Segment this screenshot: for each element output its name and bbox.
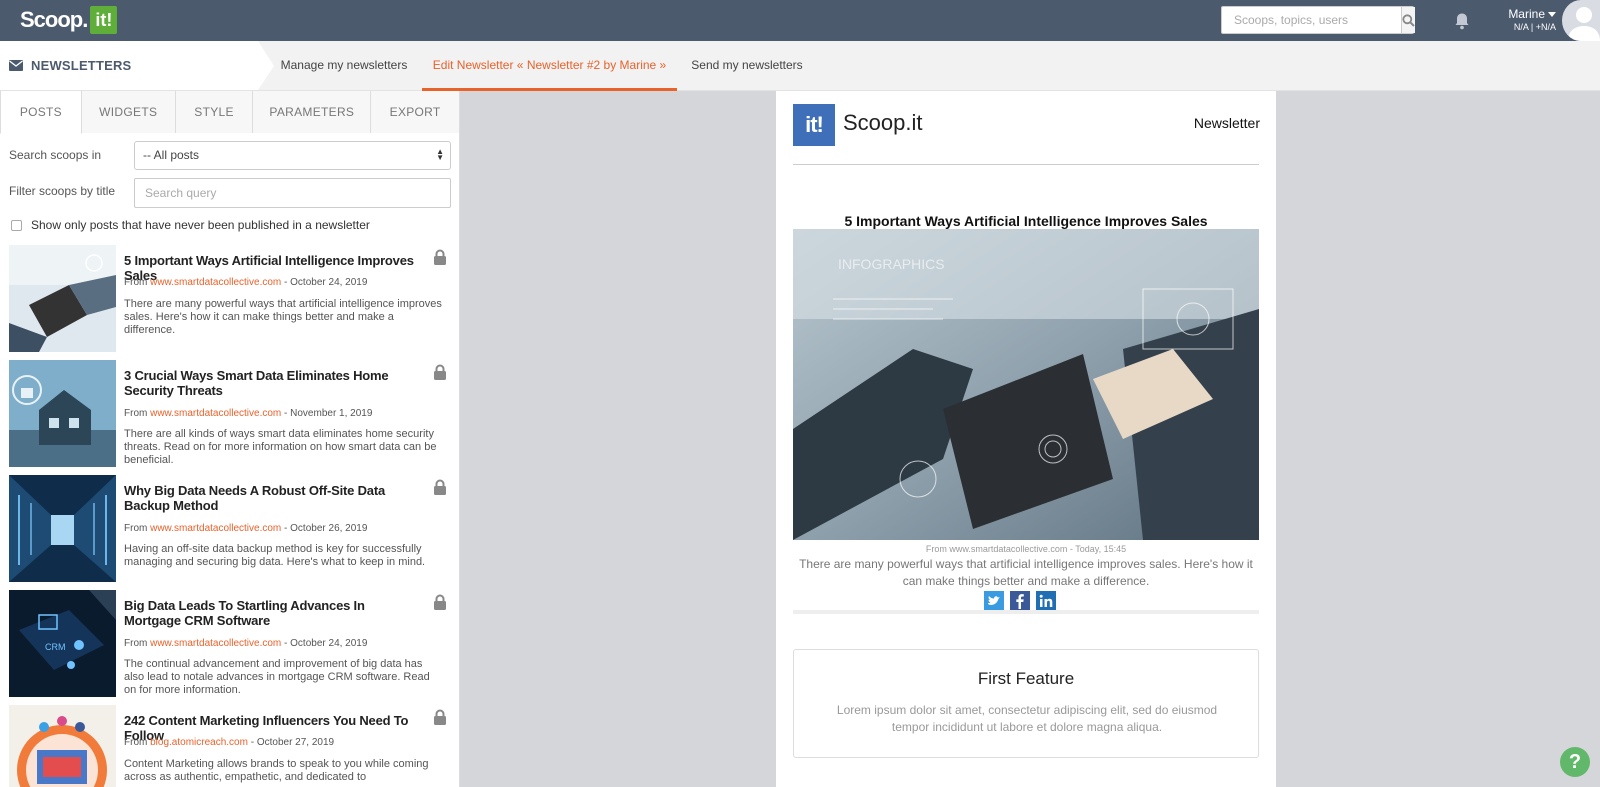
svg-text:CRM: CRM [45, 642, 66, 652]
lock-icon[interactable] [433, 594, 447, 611]
filter-label: Filter scoops by title [9, 184, 116, 198]
user-menu[interactable]: Marine N/A | +N/A [1504, 7, 1556, 32]
post-title[interactable]: Why Big Data Needs A Robust Off-Site Dat… [124, 483, 424, 513]
scoopit-logo[interactable]: Scoop. it! [20, 6, 118, 34]
linkedin-icon[interactable] [1036, 591, 1056, 611]
lock-icon[interactable] [433, 364, 447, 381]
post-source-link[interactable]: www.smartdatacollective.com [150, 523, 281, 534]
lock-icon[interactable] [433, 709, 447, 726]
post-description: There are many powerful ways that artifi… [124, 298, 442, 336]
preview-article-source: From www.smartdatacollective.com - Today… [925, 544, 1127, 554]
tab-send-newsletters[interactable]: Send my newsletters [690, 41, 804, 90]
newsletter-preview: it! Scoop.it Newsletter 5 Important Ways… [776, 91, 1276, 787]
preview-article-description: There are many powerful ways that artifi… [799, 557, 1253, 588]
avatar[interactable] [1562, 0, 1600, 41]
search-button[interactable] [1401, 7, 1415, 33]
post-meta: From www.smartdatacollective.com - Novem… [124, 408, 373, 419]
post-description: There are all kinds of ways smart data e… [124, 428, 437, 466]
post-source-link[interactable]: blog.atomicreach.com [150, 737, 248, 748]
feature-title: First Feature [977, 669, 1075, 688]
global-search-input[interactable] [1222, 7, 1401, 33]
top-navigation-bar: Scoop. it! Marine N/A | +N/A [0, 0, 1600, 41]
feature-block[interactable]: First Feature Lorem ipsum dolor sit amet… [793, 649, 1259, 758]
logo-text: Scoop. [20, 7, 88, 32]
post-thumbnail [9, 245, 116, 352]
post-thumbnail: CRM [9, 590, 116, 697]
section-title: NEWSLETTERS [31, 58, 132, 73]
preview-brand: Scoop.it [843, 110, 923, 135]
post-item[interactable]: 5 Important Ways Artificial Intelligence… [9, 245, 451, 352]
user-silhouette-icon [1568, 7, 1600, 41]
post-thumbnail [9, 360, 116, 467]
preview-article-image: INFOGRAPHICS [793, 229, 1259, 540]
post-title[interactable]: 3 Crucial Ways Smart Data Eliminates Hom… [124, 368, 424, 398]
preview-logo: it! [793, 104, 835, 146]
tab-style[interactable]: STYLE [175, 91, 254, 133]
post-description: The continual advancement and improvemen… [124, 658, 430, 696]
caret-down-icon [1548, 12, 1556, 18]
post-source-link[interactable]: www.smartdatacollective.com [150, 277, 281, 288]
post-item[interactable]: CRM Big Data Leads To Startling Advances… [9, 590, 451, 697]
tab-posts[interactable]: POSTS [0, 91, 82, 134]
section-header-arrow [258, 41, 274, 90]
user-stats: N/A | +N/A [1513, 22, 1556, 32]
post-thumbnail [9, 475, 116, 582]
select-value: -- All posts [143, 148, 200, 162]
post-description: Having an off-site data backup method is… [124, 543, 426, 568]
notification-bell-icon[interactable] [1453, 12, 1471, 30]
tab-widgets[interactable]: WIDGETS [81, 91, 176, 133]
post-meta: From www.smartdatacollective.com - Octob… [124, 277, 368, 288]
post-source-link[interactable]: www.smartdatacollective.com [150, 638, 281, 649]
image-overlay-text: INFOGRAPHICS [838, 256, 945, 272]
search-in-label: Search scoops in [9, 148, 102, 162]
post-thumbnail [9, 705, 116, 787]
section-header: NEWSLETTERS [0, 41, 258, 90]
post-meta: From www.smartdatacollective.com - Octob… [124, 523, 368, 534]
panel-tabs: POSTS WIDGETS STYLE PARAMETERS EXPORT [0, 91, 459, 134]
article-separator [793, 610, 1259, 614]
feature-text: Lorem ipsum dolor sit amet, consectetur … [836, 703, 1218, 734]
tab-edit-newsletter[interactable]: Edit Newsletter « Newsletter #2 by Marin… [422, 41, 677, 91]
posts-panel: POSTS WIDGETS STYLE PARAMETERS EXPORT Se… [0, 91, 460, 787]
unpublished-checkbox[interactable] [11, 219, 22, 231]
envelope-icon [9, 60, 23, 71]
help-button[interactable]: ? [1560, 747, 1590, 777]
divider [793, 164, 1259, 165]
tab-export[interactable]: EXPORT [371, 91, 459, 133]
tab-parameters[interactable]: PARAMETERS [253, 91, 372, 133]
twitter-icon[interactable] [984, 591, 1004, 611]
lock-icon[interactable] [433, 249, 447, 266]
unpublished-filter[interactable]: Show only posts that have never been pub… [11, 218, 370, 232]
search-scoops-select[interactable]: -- All posts ▲ ▼ [134, 141, 451, 170]
tab-manage-newsletters[interactable]: Manage my newsletters [276, 41, 412, 90]
search-icon [1402, 13, 1415, 27]
checkbox-label: Show only posts that have never been pub… [31, 218, 370, 232]
post-item[interactable]: 242 Content Marketing Influencers You Ne… [9, 705, 451, 787]
facebook-icon[interactable] [1010, 591, 1030, 611]
lock-icon[interactable] [433, 479, 447, 496]
preview-article-title[interactable]: 5 Important Ways Artificial Intelligence… [793, 213, 1259, 229]
post-description: Content Marketing allows brands to speak… [124, 758, 429, 783]
post-title[interactable]: Big Data Leads To Startling Advances In … [124, 598, 424, 628]
preview-newsletter-label: Newsletter [1193, 115, 1260, 131]
post-source-link[interactable]: www.smartdatacollective.com [150, 408, 281, 419]
newsletter-subnav: NEWSLETTERS Manage my newsletters Edit N… [0, 41, 1600, 91]
logo-it-badge: it! [90, 6, 118, 34]
post-item[interactable]: Why Big Data Needs A Robust Off-Site Dat… [9, 475, 451, 582]
post-meta: From blog.atomicreach.com - October 27, … [124, 737, 335, 748]
select-arrows-icon: ▲ ▼ [436, 147, 444, 162]
user-name: Marine [1508, 7, 1545, 21]
global-search [1221, 6, 1415, 34]
filter-title-input[interactable] [134, 178, 451, 208]
post-item[interactable]: 3 Crucial Ways Smart Data Eliminates Hom… [9, 360, 451, 467]
post-meta: From www.smartdatacollective.com - Octob… [124, 638, 368, 649]
